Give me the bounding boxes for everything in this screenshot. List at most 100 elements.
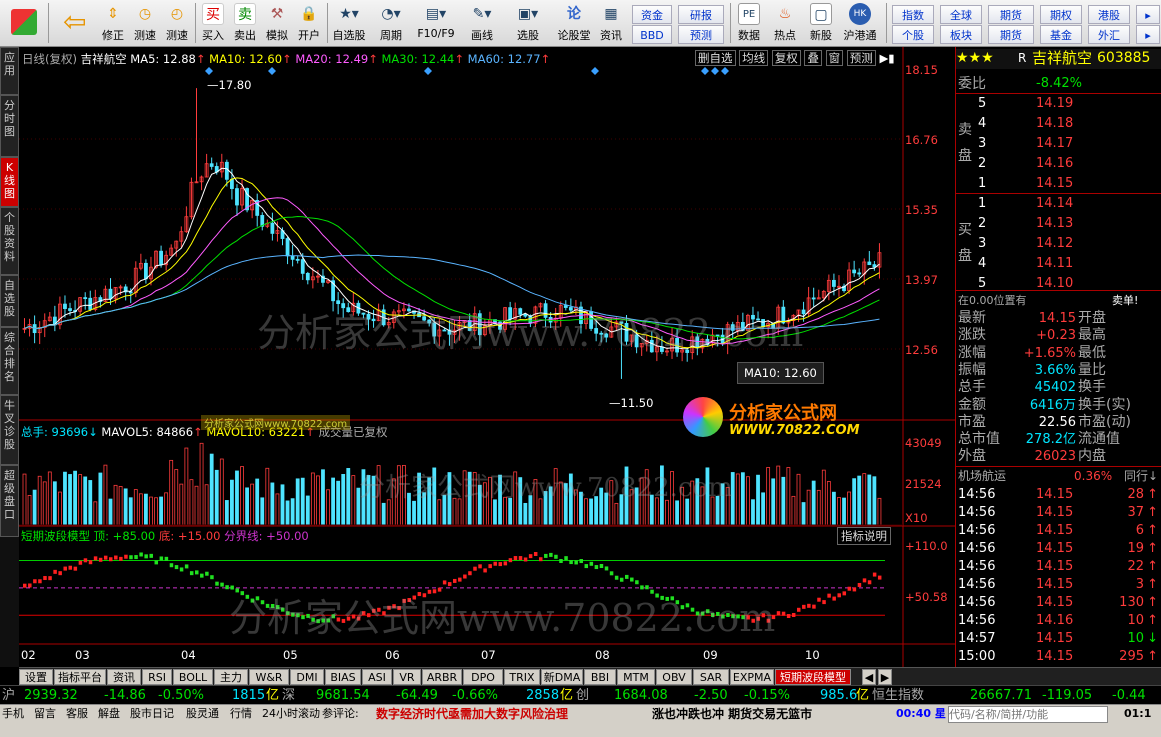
indicator-tab[interactable]: SAR [693, 669, 729, 685]
status-item[interactable]: 手机 [2, 706, 24, 722]
more2-button[interactable]: ▸ [1136, 25, 1160, 44]
menu-arrow-icon[interactable]: ▶▮ [879, 51, 894, 65]
indicator-tab[interactable]: EXPMA [730, 669, 774, 685]
side-tab-apps[interactable]: 应用 [0, 47, 19, 95]
search-input[interactable] [948, 706, 1108, 723]
buy-order-row[interactable]: 2 14.13 [956, 215, 1161, 233]
tab-scroll-right-icon[interactable]: ▶ [878, 669, 892, 685]
status-item[interactable]: 行情 [230, 706, 252, 722]
hk-connect-button[interactable]: HK 沪港通 [840, 3, 880, 45]
new-stock-button[interactable]: ▢ 新股 [806, 3, 836, 45]
forecast-button[interactable]: 预测 [678, 25, 724, 44]
volume-bar [169, 459, 174, 526]
fund2-button[interactable]: 基金 [1040, 25, 1082, 44]
side-tab-ranking[interactable]: 综合排名 [0, 327, 19, 395]
more-button[interactable]: ▸ [1136, 5, 1160, 24]
ma-button[interactable]: 均线 [739, 50, 769, 66]
stock-button[interactable]: 个股 [892, 25, 934, 44]
indicator-tab[interactable]: DMI [290, 669, 324, 685]
indicator-tab[interactable]: VR [393, 669, 421, 685]
sell-order-row[interactable]: 3 14.17 [956, 135, 1161, 153]
indicator-tab[interactable]: 设置 [19, 669, 53, 685]
indicator-point [473, 566, 477, 571]
window-button[interactable]: 窗 [825, 50, 844, 66]
sector-button[interactable]: 板块 [940, 25, 982, 44]
indicator-tab[interactable]: BIAS [325, 669, 361, 685]
watchlist-button[interactable]: ★▾ 自选股 [330, 3, 368, 45]
buy-order-row[interactable]: 4 14.11 [956, 255, 1161, 273]
sell-order-row[interactable]: 1 14.15 [956, 175, 1161, 193]
volume-bar [842, 497, 846, 526]
tab-scroll-left-icon[interactable]: ◀ [862, 669, 876, 685]
f10-button[interactable]: ▤▾ F10/F9 [414, 3, 458, 45]
status-item[interactable]: 解盘 [98, 706, 120, 722]
options-button[interactable]: 期权 [1040, 5, 1082, 24]
indicator-tab[interactable]: BOLL [173, 669, 213, 685]
indicator-tab[interactable]: MTM [617, 669, 655, 685]
fix-button[interactable]: ⇕ 修正 [98, 3, 128, 45]
draw-line-button[interactable]: ✎▾ 画线 [462, 3, 502, 45]
side-tab-intraday[interactable]: 分时图 [0, 95, 19, 157]
futures-button[interactable]: 期货 [988, 5, 1034, 24]
indicator-tab[interactable]: DPO [463, 669, 503, 685]
simulate-button[interactable]: ⚒ 模拟 [262, 3, 292, 45]
indicator-tab[interactable]: RSI [142, 669, 172, 685]
status-item[interactable]: 股灵通 [186, 706, 219, 722]
side-tab-watchlist[interactable]: 自选股 [0, 275, 19, 327]
back-button[interactable]: ⇦ [56, 3, 92, 45]
indicator-tab[interactable]: BBI [584, 669, 616, 685]
status-item[interactable]: 股市日记 [130, 706, 174, 722]
global-button[interactable]: 全球 [940, 5, 982, 24]
bbd-button[interactable]: BBD [632, 25, 672, 44]
indicator-tab[interactable]: 资讯 [107, 669, 141, 685]
overlay-button[interactable]: 叠 [804, 50, 822, 66]
research-button[interactable]: 研报 [678, 5, 724, 24]
select-stock-button[interactable]: ▣▾ 选股 [506, 3, 550, 45]
news-button[interactable]: ▦ 资讯 [596, 3, 626, 45]
forum-button[interactable]: 论论股堂 [554, 3, 594, 45]
indicator-tab[interactable]: 指标平台 [54, 669, 106, 685]
futures2-button[interactable]: 期货 [988, 25, 1034, 44]
comment-link[interactable]: 数字经济时代亟需加大数字风险治理 [376, 706, 568, 722]
period-button[interactable]: ◔▾ 周期 [372, 3, 410, 45]
status-item[interactable]: 客服 [66, 706, 88, 722]
indicator-tab[interactable]: W&R [249, 669, 289, 685]
open-account-button[interactable]: 🔒 开户 [294, 3, 324, 45]
indicator-tab[interactable]: 新DMA [541, 669, 583, 685]
remove-watch-button[interactable]: 删自选 [695, 50, 736, 66]
sell-order-row[interactable]: 4 14.18 [956, 115, 1161, 133]
kline-chart-area[interactable]: 日线(复权) 吉祥航空 MA5: 12.88↑ MA10: 12.60↑ MA2… [19, 47, 955, 667]
status-item[interactable]: 留言 [34, 706, 56, 722]
sell-button[interactable]: 卖卖出 [230, 3, 260, 45]
speedtest-button[interactable]: ◷ 测速 [130, 3, 160, 45]
indicator-tab[interactable]: OBV [656, 669, 692, 685]
indicator-tab[interactable]: 短期波段模型 [775, 669, 851, 685]
sell-order-row[interactable]: 2 14.16 [956, 155, 1161, 173]
hot-button[interactable]: ♨ 热点 [770, 3, 800, 45]
kline-svg[interactable] [19, 47, 955, 667]
predict-button[interactable]: 预测 [846, 50, 876, 66]
side-tab-kline[interactable]: K线图 [0, 157, 19, 207]
sell-order-row[interactable]: 5 14.19 [956, 95, 1161, 113]
status-item[interactable]: 24小时滚动 [262, 706, 320, 722]
side-tab-diagnose[interactable]: 牛叉诊股 [0, 395, 19, 465]
adjust-button[interactable]: 复权 [771, 50, 801, 66]
sector-row[interactable]: 机场航运 0.36% 同行↓ [956, 467, 1161, 485]
index-button[interactable]: 指数 [892, 5, 934, 24]
indicator-help-button[interactable]: 指标说明 [837, 527, 891, 545]
indicator-tab[interactable]: 主力 [214, 669, 248, 685]
timer-button[interactable]: ◴ 测速 [162, 3, 192, 45]
data-button[interactable]: PE 数据 [734, 3, 764, 45]
buy-order-row[interactable]: 1 14.14 [956, 195, 1161, 213]
indicator-tab[interactable]: ASI [362, 669, 392, 685]
buy-button[interactable]: 买买入 [198, 3, 228, 45]
indicator-tab[interactable]: TRIX [504, 669, 540, 685]
side-tab-profile[interactable]: 个股资料 [0, 207, 19, 275]
buy-order-row[interactable]: 3 14.12 [956, 235, 1161, 253]
forex-button[interactable]: 外汇 [1088, 25, 1130, 44]
indicator-tab[interactable]: ARBR [422, 669, 462, 685]
fund-button[interactable]: 资金 [632, 5, 672, 24]
windows-button[interactable] [6, 3, 42, 45]
hk-stock-button[interactable]: 港股 [1088, 5, 1130, 24]
side-tab-superboard[interactable]: 超级盘口 [0, 465, 19, 537]
